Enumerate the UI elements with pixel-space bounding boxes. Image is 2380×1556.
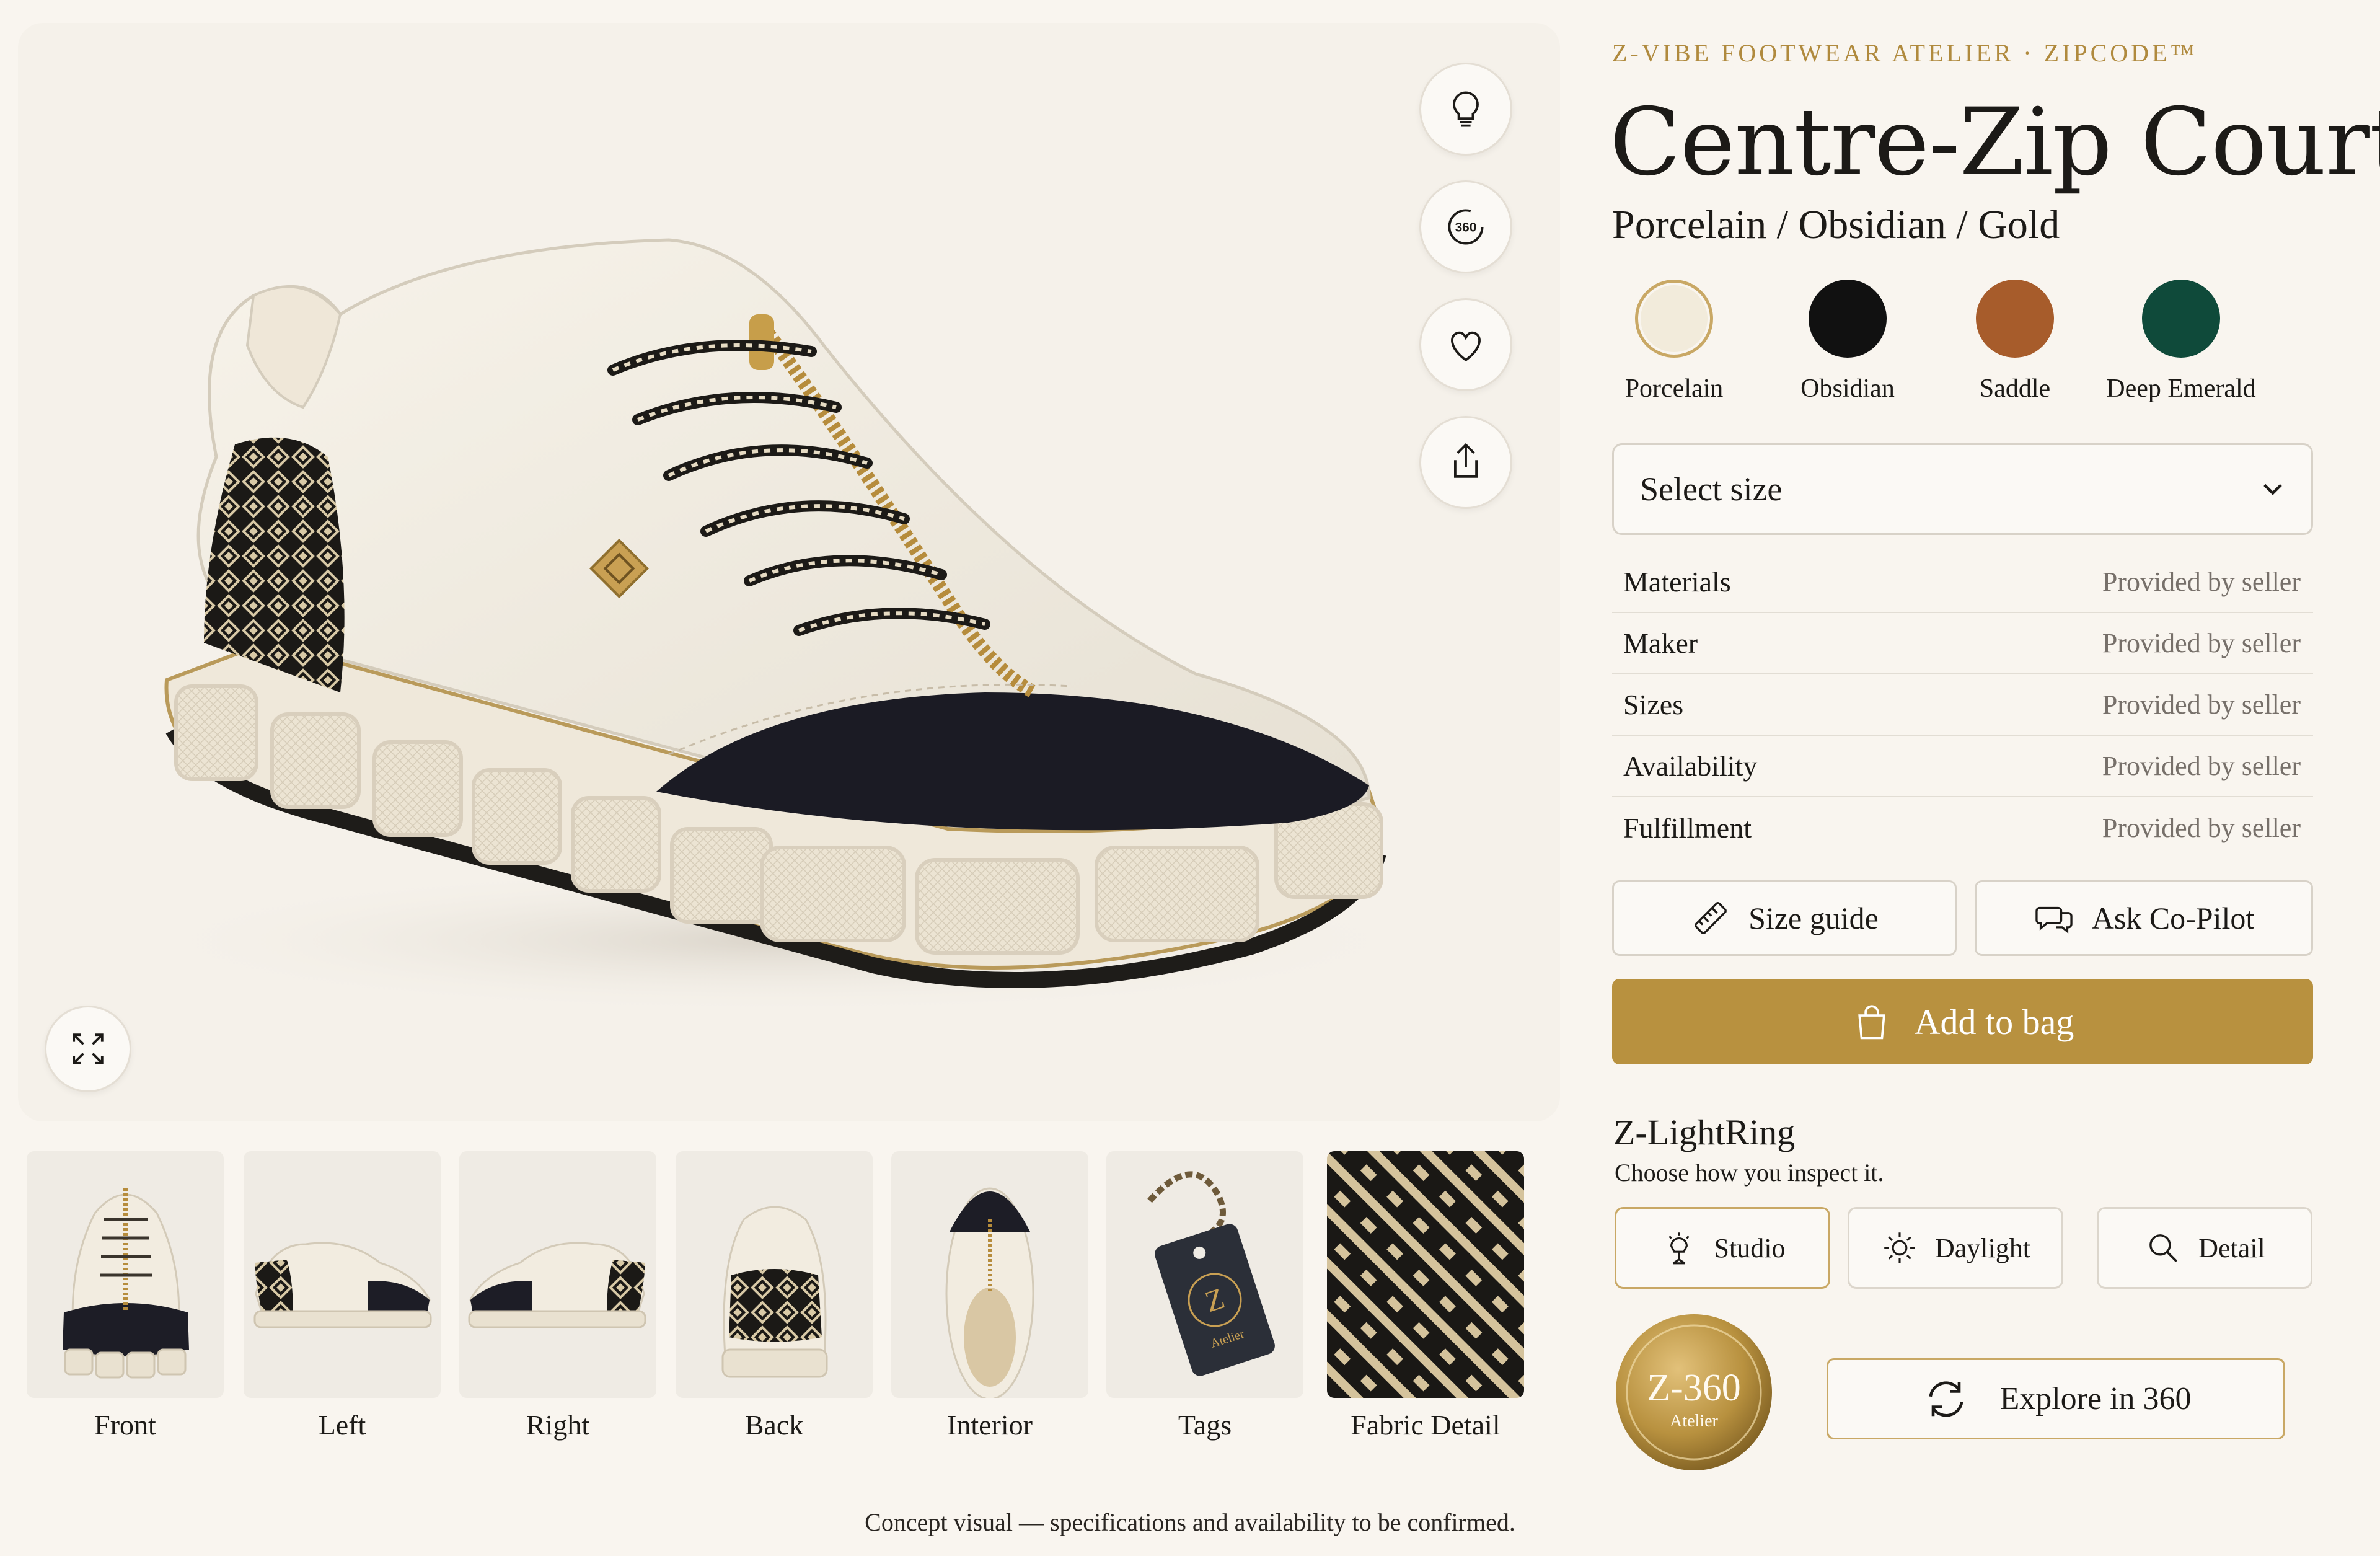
swatch-porcelain[interactable] — [1635, 280, 1713, 358]
right-view-image — [468, 1242, 646, 1328]
ask-copilot-button[interactable]: Ask Co-Pilot — [1975, 880, 2313, 956]
lightring-daylight-button[interactable]: Daylight — [1848, 1207, 2063, 1289]
spec-value: Provided by seller — [2102, 628, 2301, 658]
lightbulb-icon — [1453, 91, 1479, 127]
spec-value: Provided by seller — [2102, 813, 2301, 843]
swatch-obsidian[interactable] — [1809, 280, 1887, 358]
expand-button[interactable] — [45, 1006, 131, 1092]
brand-line: Z-VIBE FOOTWEAR ATELIER · ZIPCODE™ — [1612, 39, 2198, 67]
magnifier-icon — [2149, 1234, 2178, 1263]
view-360-label: 360 — [1455, 221, 1477, 235]
daylight-label: Daylight — [1935, 1232, 2030, 1263]
studio-light-icon — [1668, 1232, 1690, 1265]
shoe-hero-image — [130, 238, 1431, 1015]
thumbnail-label-right: Right — [526, 1409, 590, 1441]
thumbnail-label-front: Front — [94, 1409, 156, 1441]
thumbnail-front[interactable] — [27, 1151, 224, 1398]
chevron-down-icon — [2263, 484, 2282, 495]
product-title: Centre-Zip Court — [1610, 89, 2380, 197]
lightring-title: Z-LightRing — [1613, 1112, 1796, 1152]
size-guide-label: Size guide — [1748, 901, 1879, 935]
lightbulb-button[interactable] — [1419, 63, 1512, 156]
spec-value: Provided by seller — [2102, 751, 2301, 781]
add-to-bag-button[interactable]: Add to bag — [1612, 979, 2313, 1064]
interior-view-image — [945, 1187, 1034, 1398]
lightring-studio-button[interactable]: Studio — [1615, 1207, 1830, 1289]
spec-key: Fulfillment — [1623, 812, 1752, 844]
share-icon — [1454, 443, 1478, 478]
thumbnail-left[interactable] — [244, 1151, 441, 1398]
thumbnail-interior[interactable] — [891, 1151, 1088, 1398]
share-button[interactable] — [1419, 416, 1512, 509]
spec-row-fulfillment: Fulfillment Provided by seller — [1612, 797, 2313, 859]
swatch-saddle[interactable] — [1976, 280, 2054, 358]
spec-key: Maker — [1623, 627, 1698, 659]
expand-icon — [73, 1033, 104, 1064]
thumbnail-label-tags: Tags — [1178, 1409, 1232, 1441]
spec-key: Materials — [1623, 566, 1731, 598]
studio-label: Studio — [1714, 1232, 1786, 1263]
back-view-image — [721, 1206, 828, 1378]
thumbnail-label-interior: Interior — [947, 1409, 1033, 1441]
spec-value: Provided by seller — [2102, 567, 2301, 597]
size-guide-button[interactable]: Size guide — [1612, 880, 1957, 956]
colorway-label: Porcelain / Obsidian / Gold — [1612, 202, 2060, 247]
left-view-image — [253, 1242, 432, 1328]
heart-icon — [1451, 331, 1481, 362]
swatch-label-porcelain: Porcelain — [1624, 374, 1724, 403]
spec-row-materials: Materials Provided by seller — [1612, 552, 2313, 613]
chat-bubbles-icon — [2035, 906, 2073, 934]
spec-value: Provided by seller — [2102, 689, 2301, 720]
fabric-detail-image — [1327, 1151, 1524, 1398]
sun-icon — [1884, 1232, 1915, 1263]
spec-row-availability: Availability Provided by seller — [1612, 736, 2313, 797]
ask-copilot-label: Ask Co-Pilot — [2091, 901, 2255, 935]
spec-row-sizes: Sizes Provided by seller — [1612, 674, 2313, 736]
swatch-label-deep-emerald: Deep Emerald — [2106, 374, 2256, 403]
rotate-360-icon: 360 — [1448, 209, 1484, 245]
footer-note: Concept visual — specifications and avai… — [865, 1508, 1515, 1536]
spec-key: Sizes — [1623, 689, 1684, 720]
detail-label: Detail — [2198, 1232, 2265, 1263]
lightring-detail-button[interactable]: Detail — [2097, 1207, 2312, 1289]
spec-row-maker: Maker Provided by seller — [1612, 613, 2313, 674]
lightring-subtitle: Choose how you inspect it. — [1615, 1159, 1884, 1187]
thumbnail-right[interactable] — [459, 1151, 656, 1398]
thumbnail-label-back: Back — [744, 1409, 804, 1441]
tags-view-image: Z Atelier — [1147, 1171, 1275, 1376]
favorite-button[interactable] — [1419, 298, 1512, 391]
swatch-deep-emerald[interactable] — [2142, 280, 2220, 358]
spec-key: Availability — [1623, 750, 1758, 782]
rotate-arrows-icon — [1929, 1381, 1963, 1417]
front-view-image — [63, 1188, 189, 1379]
thumbnail-label-fabric-detail: Fabric Detail — [1351, 1409, 1501, 1441]
add-to-bag-label: Add to bag — [1914, 1001, 2074, 1042]
thumbnail-back[interactable] — [676, 1151, 873, 1398]
medallion-sub: Atelier — [1670, 1412, 1718, 1431]
product-stage: 360 — [18, 23, 1560, 1121]
z360-medallion: Z-360 Atelier — [1616, 1314, 1772, 1470]
shopping-bag-icon — [1858, 1005, 1885, 1040]
view-360-button[interactable]: 360 — [1419, 180, 1512, 273]
explore-360-button[interactable]: Explore in 360 — [1827, 1358, 2285, 1439]
size-select[interactable]: Select size — [1612, 443, 2313, 535]
thumbnail-tags[interactable]: Z Atelier — [1106, 1151, 1303, 1398]
explore-360-label: Explore in 360 — [1999, 1381, 2192, 1417]
size-select-placeholder: Select size — [1640, 471, 1783, 508]
medallion-main: Z-360 — [1647, 1367, 1741, 1409]
ruler-icon — [1695, 902, 1727, 934]
thumbnail-label-left: Left — [318, 1409, 366, 1441]
thumbnail-fabric-detail[interactable] — [1327, 1151, 1524, 1398]
